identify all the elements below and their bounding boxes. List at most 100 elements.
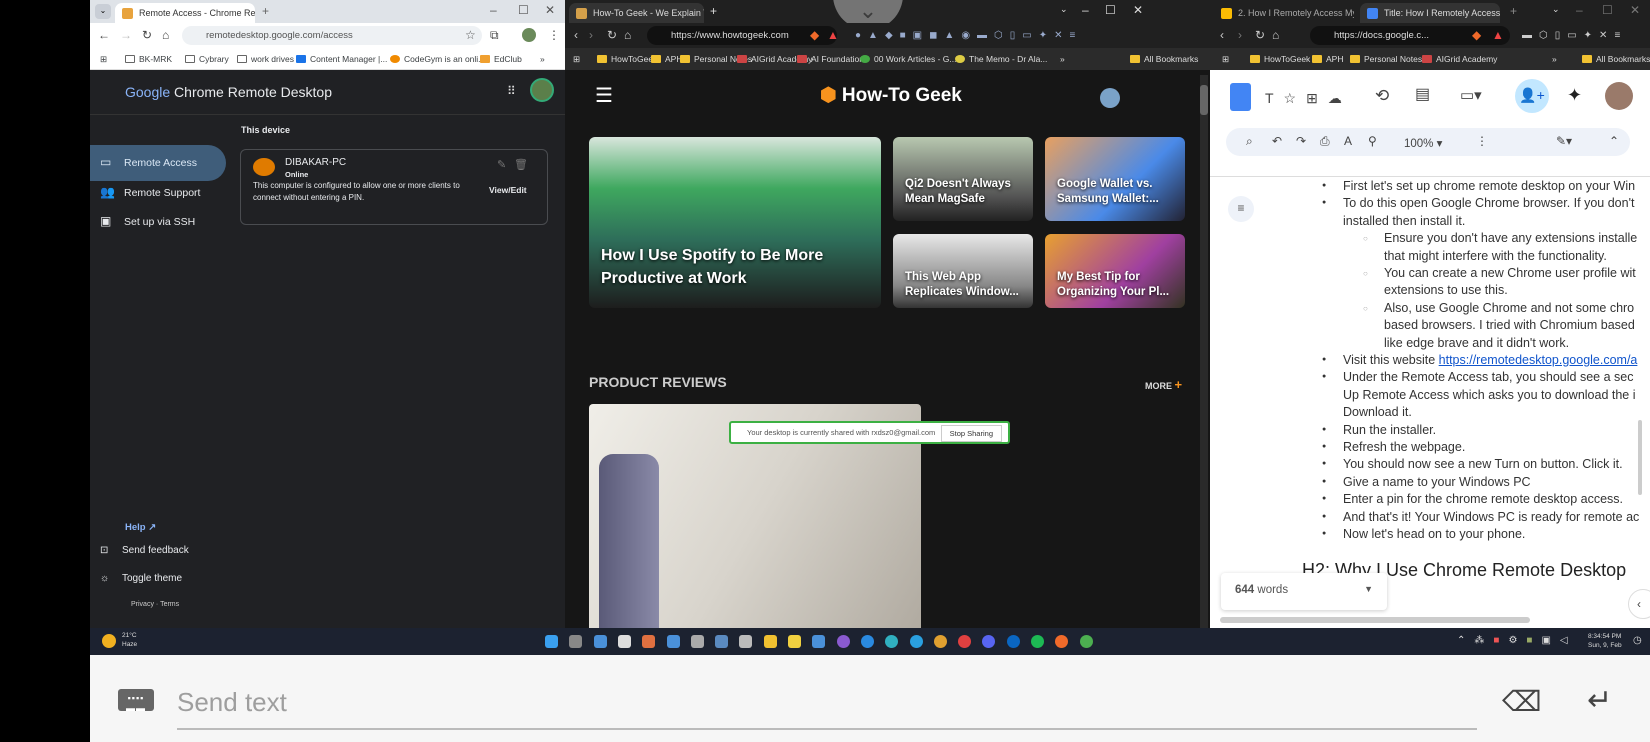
bookmark-star-icon[interactable]: ☆ xyxy=(465,29,476,41)
bookmark[interactable]: AIGrid Academy xyxy=(1422,54,1497,64)
forward-icon[interactable]: › xyxy=(589,29,593,41)
bookmark[interactable]: All Bookmarks xyxy=(1130,54,1198,64)
article-card[interactable]: My Best Tip for Organizing Your Pl... xyxy=(1045,234,1185,308)
more-options-icon[interactable]: ⋮ xyxy=(1476,135,1488,147)
undo-icon[interactable]: ↶ xyxy=(1272,135,1282,147)
brave-shields-icon[interactable]: ◆ xyxy=(1472,29,1481,41)
device-card[interactable]: DIBAKAR-PC Online This computer is confi… xyxy=(240,149,548,225)
taskbar-app-icon[interactable] xyxy=(933,635,947,648)
tab-drive[interactable]: 2. How I Remotely Access My Win xyxy=(1214,3,1354,23)
meet-icon[interactable]: ▭▾ xyxy=(1460,88,1482,103)
taskbar-app-icon[interactable] xyxy=(569,635,583,648)
privacy-link[interactable]: Privacy xyxy=(131,601,154,608)
outline-icon[interactable]: ≡ xyxy=(1228,196,1254,222)
maximize-button[interactable]: ☐ xyxy=(1105,4,1116,16)
back-icon[interactable]: ‹ xyxy=(1220,29,1224,41)
taskbar-app-icon[interactable] xyxy=(642,635,656,648)
share-button[interactable]: 👤+ xyxy=(1515,79,1549,113)
bookmark[interactable]: 00 Work Articles - G... xyxy=(860,54,957,64)
hamburger-menu-icon[interactable]: ☰ xyxy=(595,86,613,106)
system-tray-icons[interactable]: ⌃⁂■⚙■▣◁ xyxy=(1457,635,1577,646)
paint-format-icon[interactable]: ⚲ xyxy=(1368,135,1377,147)
reload-icon[interactable]: ↻ xyxy=(142,29,152,41)
redo-icon[interactable]: ↷ xyxy=(1296,135,1306,147)
comments-icon[interactable]: ▤ xyxy=(1415,87,1430,103)
back-icon[interactable]: ‹ xyxy=(574,29,578,41)
taskbar-app-icon[interactable] xyxy=(885,635,899,648)
article-card[interactable]: This Web App Replicates Window... xyxy=(893,234,1033,308)
apps-icon[interactable]: ⊞ xyxy=(1222,54,1229,65)
zoom-select[interactable]: 100% ▾ xyxy=(1404,136,1442,150)
taskbar-app-icon[interactable] xyxy=(836,635,850,648)
horizontal-scrollbar[interactable] xyxy=(1220,617,1530,623)
editing-mode-icon[interactable]: ✎▾ xyxy=(1556,135,1572,147)
tab-howtogeek[interactable]: How-To Geek - We Explain Tech xyxy=(569,3,704,23)
article-card[interactable]: Qi2 Doesn't Always Mean MagSafe xyxy=(893,137,1033,221)
minimize-button[interactable]: – xyxy=(490,4,497,16)
word-count-widget[interactable]: 644 words ▼ xyxy=(1221,573,1387,610)
bookmark[interactable]: Cybrary xyxy=(185,54,229,64)
bookmark[interactable]: AI Foundations xyxy=(797,54,868,64)
reload-icon[interactable]: ↻ xyxy=(1255,29,1265,41)
backspace-icon[interactable]: ⌫ xyxy=(1502,685,1542,718)
taskbar-app-icon[interactable] xyxy=(690,635,704,648)
taskbar-app-icon[interactable] xyxy=(958,635,972,648)
bookmark[interactable]: All Bookmarks xyxy=(1582,54,1650,64)
more-link[interactable]: MORE + xyxy=(1145,377,1182,392)
view-edit-link[interactable]: View/Edit xyxy=(489,185,527,195)
taskbar-app-icon[interactable] xyxy=(860,635,874,648)
more-bookmarks-icon[interactable]: » xyxy=(1552,54,1557,64)
search-icon[interactable]: ⌕ xyxy=(1246,135,1253,147)
close-window-button[interactable]: ✕ xyxy=(1630,4,1640,16)
address-bar[interactable]: https://www.howtogeek.com xyxy=(647,26,837,45)
new-tab-button[interactable]: + xyxy=(1510,5,1517,17)
close-window-button[interactable]: ✕ xyxy=(545,4,555,16)
site-logo[interactable]: ⬢ How-To Geek xyxy=(820,84,962,107)
keyboard-icon[interactable]: ▪▪▪▪ ▬▬ xyxy=(118,689,154,713)
taskbar-app-icon[interactable] xyxy=(1079,635,1093,648)
taskbar-app-icon[interactable] xyxy=(545,635,558,648)
taskbar-app-icon[interactable] xyxy=(593,635,607,648)
taskbar-app-icon[interactable] xyxy=(666,635,680,648)
scrollbar[interactable] xyxy=(1200,75,1208,628)
bookmark[interactable]: CodeGym is an onli... xyxy=(390,54,485,64)
home-icon[interactable]: ⌂ xyxy=(162,29,169,41)
more-bookmarks-icon[interactable]: » xyxy=(1060,54,1065,64)
nav-ssh[interactable]: ▣ Set up via SSH xyxy=(90,204,226,240)
taskbar-app-icon[interactable] xyxy=(909,635,923,648)
bookmark[interactable]: HowToGeek xyxy=(1250,54,1310,64)
bookmark[interactable]: The Memo - Dr Ala... xyxy=(955,54,1047,64)
gemini-icon[interactable]: ✦ xyxy=(1567,86,1582,104)
send-feedback-button[interactable]: ⊡ Send feedback xyxy=(100,545,189,556)
taskbar-app-icon[interactable] xyxy=(788,635,801,648)
docs-logo-icon[interactable] xyxy=(1230,83,1251,111)
bookmark[interactable]: EdClub xyxy=(480,54,522,64)
featured-article[interactable]: How I Use Spotify to Be More Productive … xyxy=(589,137,881,308)
collapse-toolbar-icon[interactable]: ⌃ xyxy=(1609,135,1619,147)
spellcheck-icon[interactable]: A xyxy=(1344,135,1352,147)
side-panel-toggle-icon[interactable]: ‹ xyxy=(1628,589,1650,619)
extensions-icon[interactable]: ⧉ xyxy=(490,29,499,41)
home-icon[interactable]: ⌂ xyxy=(1272,29,1279,41)
tab-remote-access[interactable]: Remote Access - Chrome Remo xyxy=(115,3,255,23)
edit-pencil-icon[interactable]: ✎ xyxy=(497,160,506,171)
account-avatar[interactable] xyxy=(530,78,554,102)
doc-title-icons[interactable]: T☆⊞☁ xyxy=(1265,90,1352,107)
extension-icons[interactable]: ●▲◆■▣◼▲◉▬⬡▯▭✦✕≡ xyxy=(855,30,1082,41)
apps-icon[interactable]: ⊞ xyxy=(100,54,107,65)
doc-link[interactable]: https://remotedesktop.google.com/a xyxy=(1439,353,1638,367)
apps-icon[interactable]: ⊞ xyxy=(573,54,580,65)
taskbar-app-icon[interactable] xyxy=(982,635,996,648)
back-icon[interactable]: ← xyxy=(98,29,110,41)
apps-grid-icon[interactable]: ⠿ xyxy=(507,85,516,97)
enter-icon[interactable]: ↵ xyxy=(1587,683,1612,718)
bookmark[interactable]: Content Manager |... xyxy=(296,54,387,64)
user-account-icon[interactable] xyxy=(1100,88,1120,108)
reload-icon[interactable]: ↻ xyxy=(607,29,617,41)
vertical-scrollbar[interactable] xyxy=(1638,420,1642,495)
bookmark[interactable]: BK-MRK xyxy=(125,54,172,64)
taskbar-app-icon[interactable] xyxy=(1055,635,1069,648)
tab-search-icon[interactable]: ⌄ xyxy=(1552,5,1560,14)
brave-rewards-icon[interactable]: ▲ xyxy=(827,29,839,41)
brave-shields-icon[interactable]: ◆ xyxy=(810,29,819,41)
